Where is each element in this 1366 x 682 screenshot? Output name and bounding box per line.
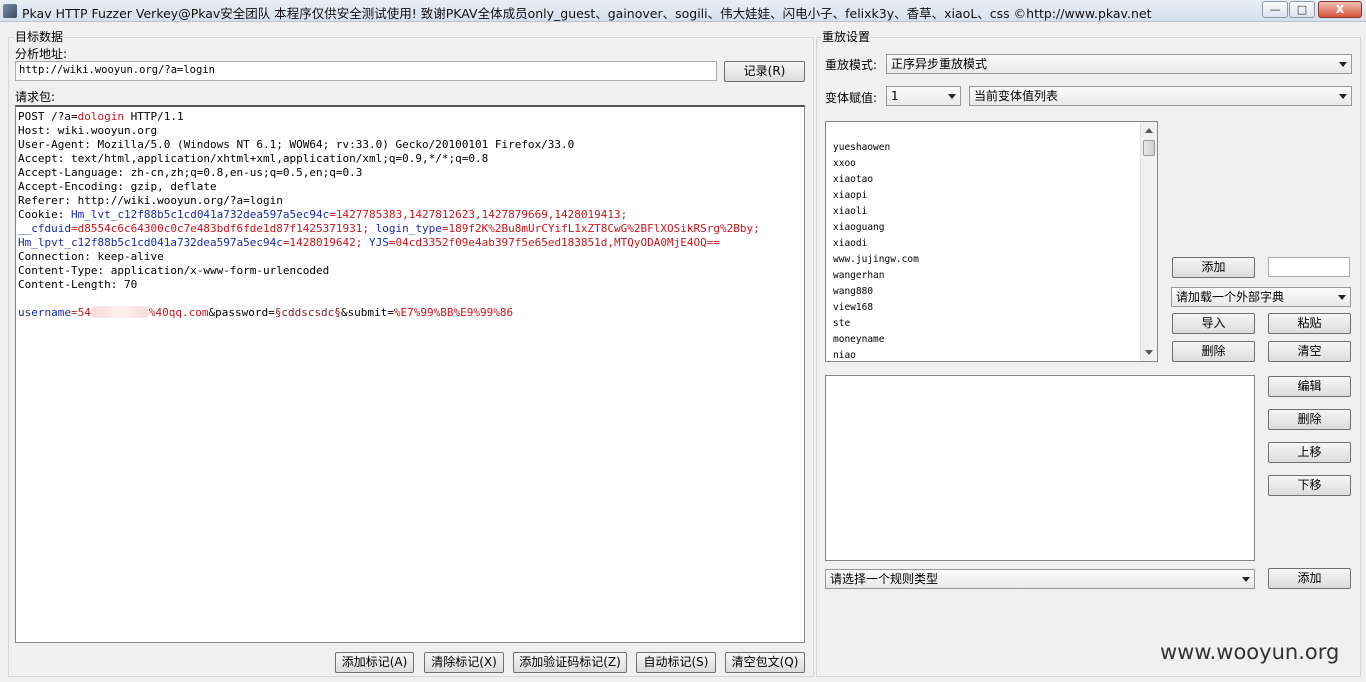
- var-index-select[interactable]: 1: [886, 86, 961, 106]
- record-button[interactable]: 记录(R): [724, 61, 805, 82]
- header-content-type: Content-Type: application/x-www-form-url…: [18, 264, 330, 277]
- list-item[interactable]: wangerhan: [833, 268, 919, 284]
- header-accept: Accept: text/html,application/xhtml+xml,…: [18, 152, 489, 165]
- list-item[interactable]: xiaoguang: [833, 220, 919, 236]
- add-captcha-mark-button[interactable]: 添加验证码标记(Z): [513, 652, 627, 673]
- chevron-down-icon: [948, 94, 956, 99]
- url-input[interactable]: http://wiki.wooyun.org/?a=login: [15, 61, 717, 81]
- url-label: 分析地址:: [15, 47, 68, 61]
- list-item[interactable]: xxoo: [833, 156, 919, 172]
- replay-mode-label: 重放模式:: [825, 58, 878, 72]
- header-host: Host: wiki.wooyun.org: [18, 124, 158, 137]
- header-accept-encoding: Accept-Encoding: gzip, deflate: [18, 180, 217, 193]
- watermark: www.wooyun.org: [1160, 640, 1340, 664]
- list-item[interactable]: xiaodi: [833, 236, 919, 252]
- header-connection: Connection: keep-alive: [18, 250, 164, 263]
- move-down-button[interactable]: 下移: [1268, 475, 1351, 496]
- header-cookie: Cookie: Hm_lvt_c12f88b5c1cd041a732dea597…: [18, 208, 628, 221]
- request-body: username=54 %40qq.com&password=§cddscsdc§…: [18, 306, 514, 319]
- var-assign-label: 变体赋值:: [825, 91, 878, 105]
- rule-type-select[interactable]: 请选择一个规则类型: [825, 569, 1255, 589]
- edit-rule-button[interactable]: 编辑: [1268, 376, 1351, 397]
- list-item[interactable]: www.jujingw.com: [833, 252, 919, 268]
- list-item[interactable]: moneyname: [833, 332, 919, 348]
- header-user-agent: User-Agent: Mozilla/5.0 (Windows NT 6.1;…: [18, 138, 575, 151]
- list-item[interactable]: yueshaowen: [833, 140, 919, 156]
- clear-mark-button[interactable]: 清除标记(X): [424, 652, 504, 673]
- header-cookie-cont-2: Hm_lpvt_c12f88b5c1cd041a732dea597a5ec94c…: [18, 236, 721, 249]
- scroll-up-icon[interactable]: [1145, 128, 1153, 133]
- add-variant-button[interactable]: 添加: [1172, 257, 1255, 278]
- chevron-down-icon: [1242, 577, 1250, 582]
- header-accept-language: Accept-Language: zh-cn,zh;q=0.8,en-us;q=…: [18, 166, 363, 179]
- list-item[interactable]: xiaoli: [833, 204, 919, 220]
- list-item[interactable]: niao: [833, 348, 919, 361]
- app-icon: [3, 4, 17, 18]
- close-button[interactable]: X: [1318, 1, 1362, 18]
- chevron-down-icon: [1338, 295, 1346, 300]
- title-bar: Pkav HTTP Fuzzer Verkey@Pkav安全团队 本程序仅供安全…: [0, 0, 1366, 22]
- maximize-button[interactable]: □: [1289, 1, 1315, 18]
- replay-settings-title: 重放设置: [821, 28, 872, 45]
- target-data-title: 目标数据: [14, 28, 65, 45]
- header-referer: Referer: http://wiki.wooyun.org/?a=login: [18, 194, 283, 207]
- list-item[interactable]: view168: [833, 300, 919, 316]
- paste-button[interactable]: 粘贴: [1268, 313, 1351, 334]
- window-title: Pkav HTTP Fuzzer Verkey@Pkav安全团队 本程序仅供安全…: [22, 6, 1152, 21]
- delete-variant-button[interactable]: 删除: [1172, 341, 1255, 362]
- auto-mark-button[interactable]: 自动标记(S): [636, 652, 716, 673]
- variant-list[interactable]: yueshaowen xxoo xiaotao xiaopi xiaoli xiaogua…: [825, 121, 1158, 362]
- minimize-button[interactable]: —: [1262, 1, 1288, 18]
- clear-request-button[interactable]: 清空包文(Q): [725, 652, 805, 673]
- import-button[interactable]: 导入: [1172, 313, 1255, 334]
- list-item[interactable]: wang880: [833, 284, 919, 300]
- list-item[interactable]: xiaopi: [833, 188, 919, 204]
- delete-rule-button[interactable]: 删除: [1268, 409, 1351, 430]
- clear-variants-button[interactable]: 清空: [1268, 341, 1351, 362]
- redacted-region: [90, 306, 149, 318]
- add-variant-input[interactable]: [1268, 257, 1350, 277]
- list-item[interactable]: xiaotao: [833, 172, 919, 188]
- variant-list-items: yueshaowen xxoo xiaotao xiaopi xiaoli xiaogua…: [833, 140, 919, 361]
- var-list-select[interactable]: 当前变体值列表: [969, 86, 1352, 106]
- add-rule-button[interactable]: 添加: [1268, 568, 1351, 589]
- chevron-down-icon: [1339, 94, 1347, 99]
- scroll-thumb[interactable]: [1143, 140, 1155, 156]
- list-item[interactable]: ste: [833, 316, 919, 332]
- request-editor[interactable]: POST /?a=dologin HTTP/1.1 Host: wiki.woo…: [15, 105, 805, 643]
- dictionary-select[interactable]: 请加载一个外部字典: [1171, 287, 1351, 307]
- add-mark-button[interactable]: 添加标记(A): [335, 652, 414, 673]
- scroll-down-icon[interactable]: [1145, 350, 1153, 355]
- header-cookie-cont-1: __cfduid=d8554c6c64300c0c7e483bdf6fde1d8…: [18, 222, 760, 235]
- chevron-down-icon: [1339, 62, 1347, 67]
- replay-mode-select[interactable]: 正序异步重放模式: [886, 54, 1352, 74]
- move-up-button[interactable]: 上移: [1268, 442, 1351, 463]
- request-line: POST /?a=dologin HTTP/1.1: [18, 110, 184, 123]
- request-label: 请求包:: [15, 90, 56, 104]
- rule-list[interactable]: [825, 375, 1255, 561]
- list-scrollbar[interactable]: [1140, 122, 1157, 361]
- header-content-length: Content-Length: 70: [18, 278, 138, 291]
